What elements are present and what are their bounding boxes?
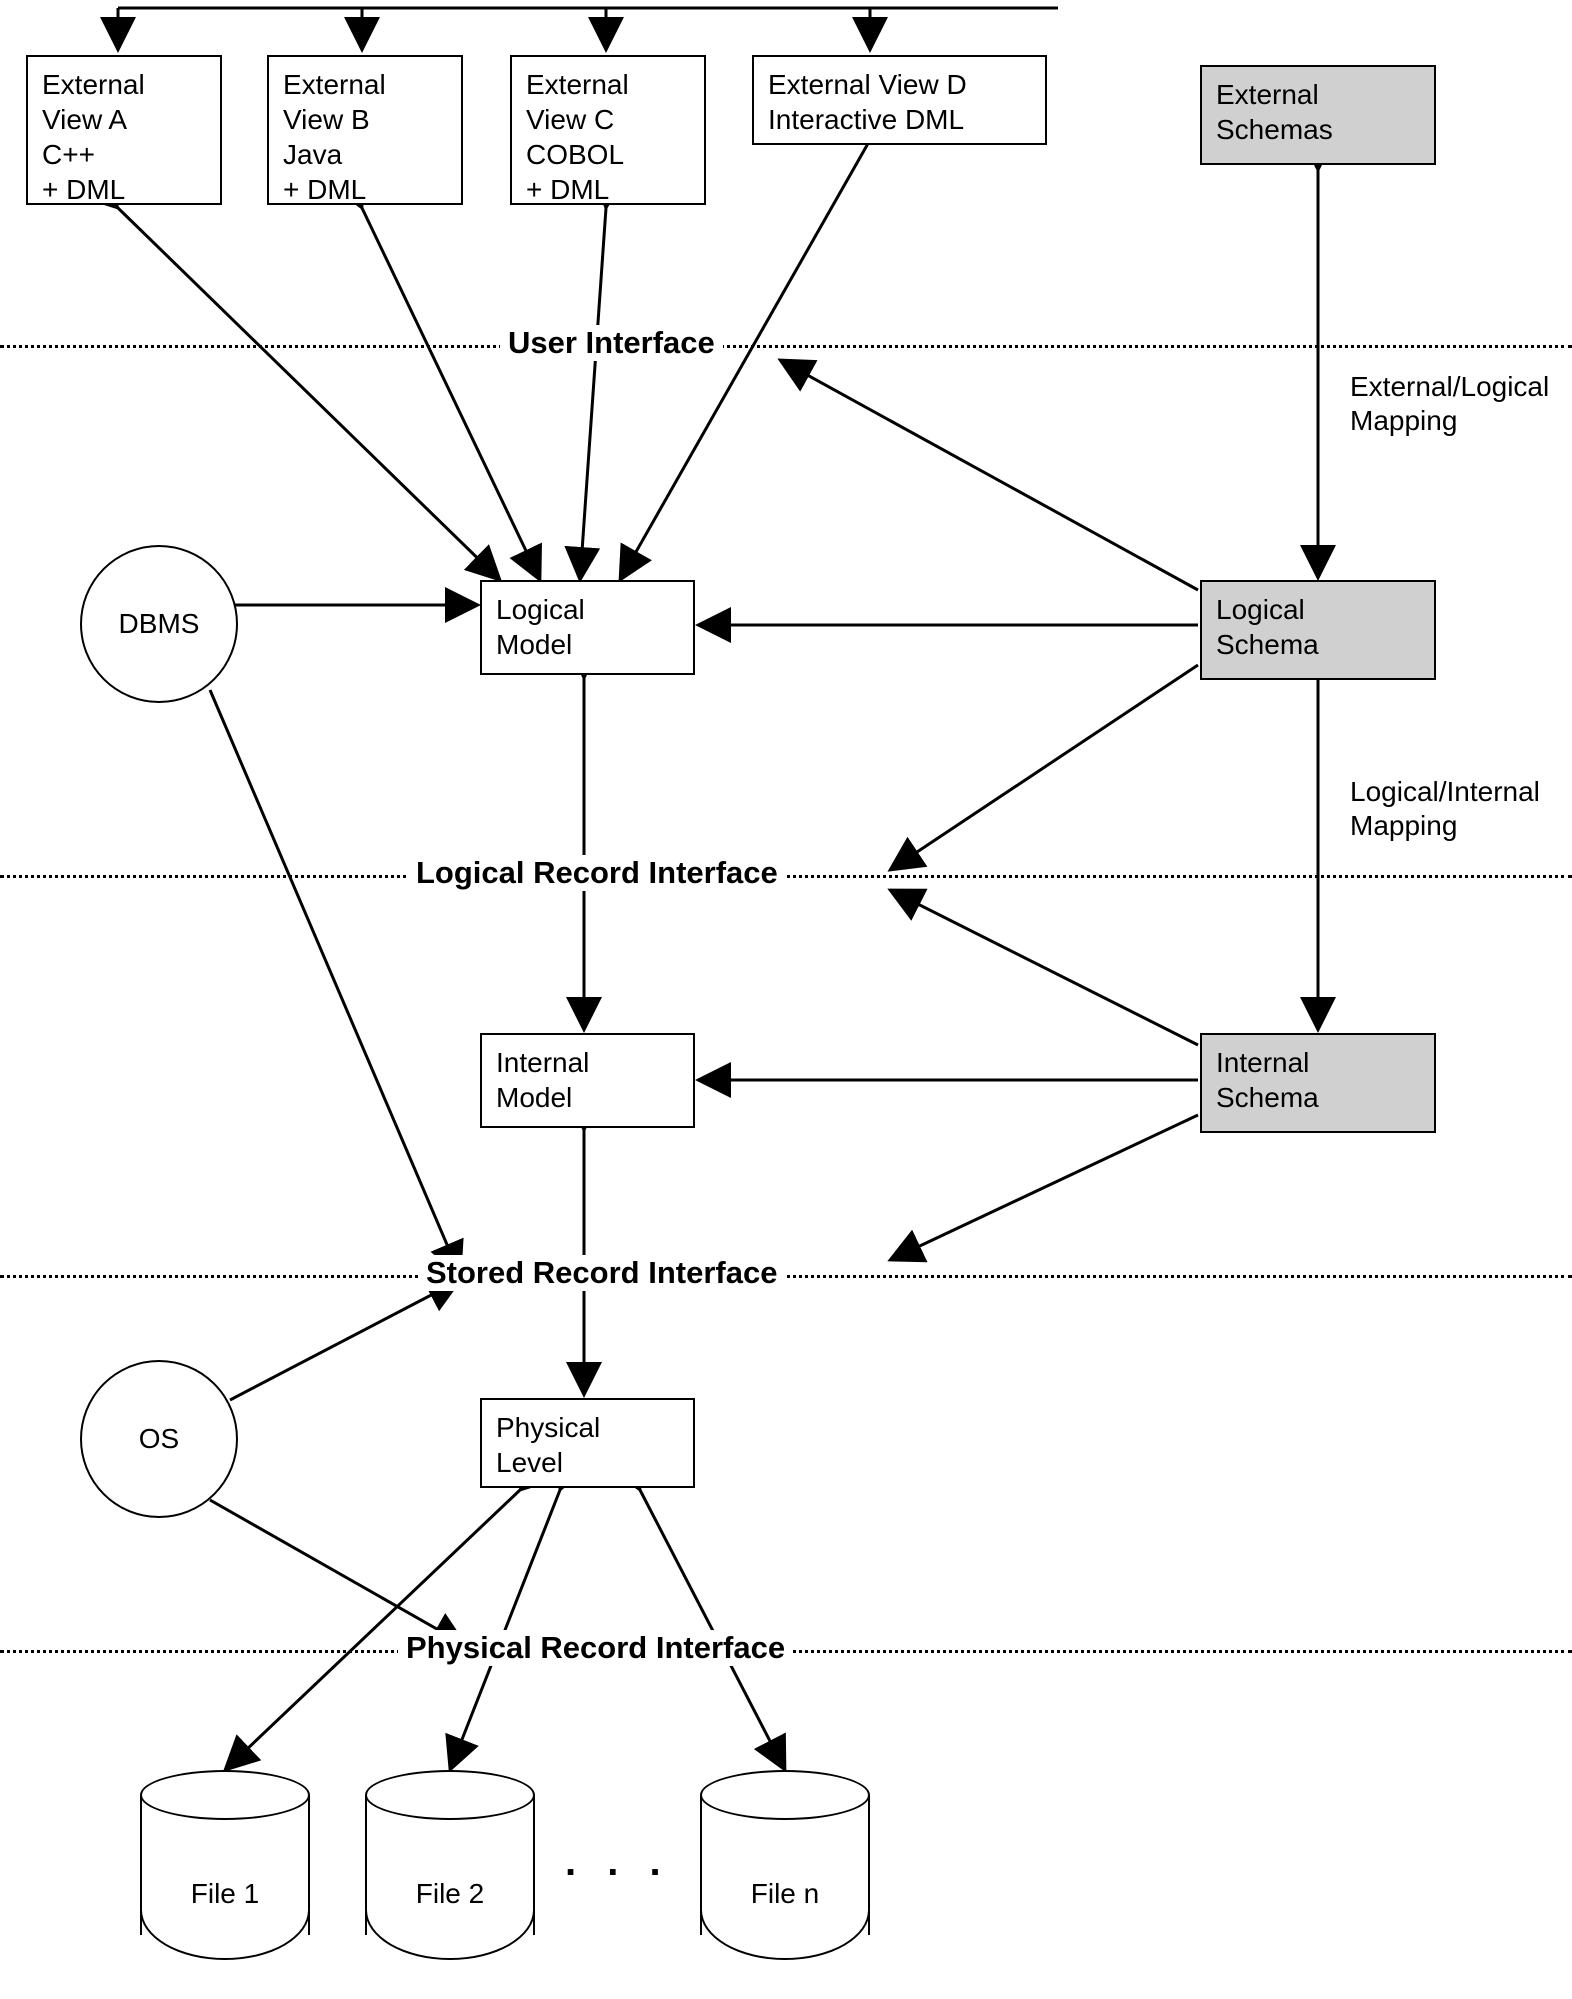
file-1-cylinder: File 1: [140, 1770, 310, 1960]
dbms-circle: DBMS: [80, 545, 238, 703]
arrows-layer: [0, 0, 1572, 1999]
file-2-label: File 2: [365, 1878, 535, 1910]
logical-internal-mapping-label: Logical/Internal Mapping: [1350, 775, 1540, 842]
physical-record-label: Physical Record Interface: [398, 1630, 793, 1666]
internal-model: Internal Model: [480, 1033, 695, 1128]
file-n-cylinder: File n: [700, 1770, 870, 1960]
os-label: OS: [139, 1423, 179, 1455]
user-interface-label: User Interface: [500, 325, 723, 361]
external-logical-mapping-label: External/Logical Mapping: [1350, 370, 1549, 437]
file-n-label: File n: [700, 1878, 870, 1910]
dbms-label: DBMS: [119, 608, 200, 640]
file-2-cylinder: File 2: [365, 1770, 535, 1960]
logical-record-label: Logical Record Interface: [408, 855, 786, 891]
external-view-a: External View A C++ + DML: [26, 55, 222, 205]
logical-model: Logical Model: [480, 580, 695, 675]
external-view-b: External View B Java + DML: [267, 55, 463, 205]
logical-schema: Logical Schema: [1200, 580, 1436, 680]
external-schemas: External Schemas: [1200, 65, 1436, 165]
logical-record-line: [0, 875, 1572, 878]
stored-record-label: Stored Record Interface: [418, 1255, 785, 1291]
file-1-label: File 1: [140, 1878, 310, 1910]
os-circle: OS: [80, 1360, 238, 1518]
external-view-d: External View D Interactive DML: [752, 55, 1047, 145]
diagram-canvas: External View A C++ + DML External View …: [0, 0, 1572, 1999]
files-ellipsis: . . .: [565, 1840, 671, 1885]
stored-record-line: [0, 1275, 1572, 1278]
external-view-c: External View C COBOL + DML: [510, 55, 706, 205]
user-interface-line: [0, 345, 1572, 348]
internal-schema: Internal Schema: [1200, 1033, 1436, 1133]
physical-level: Physical Level: [480, 1398, 695, 1488]
